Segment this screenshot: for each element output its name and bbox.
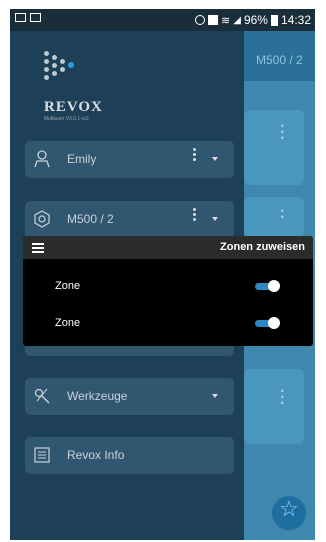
more-options-icon[interactable] bbox=[193, 208, 197, 221]
menu-item-user[interactable]: Emily bbox=[25, 141, 234, 178]
menu-item-label: Emily bbox=[67, 152, 97, 166]
app-version: Multiuser V3.0.1-rc2 bbox=[44, 116, 89, 122]
tools-icon bbox=[33, 387, 51, 405]
image-icon bbox=[15, 13, 26, 22]
zone-label: Zone bbox=[55, 317, 81, 329]
card-menu-icon[interactable]: · · · bbox=[280, 119, 285, 147]
mute-icon bbox=[208, 15, 219, 25]
more-options-icon[interactable] bbox=[193, 148, 197, 161]
signal-icon: ◢ bbox=[233, 14, 241, 26]
menu-item-label: Werkzeuge bbox=[67, 389, 128, 403]
app-screen: ≋ ◢ 96% 14:32 M500 / 2 · · · · · · · · ☆ REVO… bbox=[10, 9, 315, 540]
speaker-icon bbox=[33, 210, 51, 228]
info-icon bbox=[33, 446, 51, 464]
wifi-icon: ≋ bbox=[221, 14, 231, 27]
notification-icons bbox=[15, 13, 41, 22]
main-title: M500 / 2 bbox=[256, 53, 303, 67]
zone-label: Zone bbox=[55, 280, 81, 292]
menu-item-info[interactable]: Revox Info bbox=[25, 437, 234, 474]
menu-item-tools[interactable]: Werkzeuge bbox=[25, 378, 234, 415]
system-icons: ≋ ◢ 96% 14:32 bbox=[195, 13, 311, 27]
zone-card[interactable] bbox=[244, 369, 304, 444]
zone-toggle[interactable] bbox=[255, 317, 281, 330]
card-menu-icon[interactable]: · · bbox=[280, 204, 285, 226]
sync-icon bbox=[195, 15, 206, 25]
status-bar: ≋ ◢ 96% 14:32 bbox=[10, 9, 315, 31]
mail-icon bbox=[30, 13, 41, 22]
brand-logo: REVOX bbox=[44, 99, 103, 115]
chevron-down-icon[interactable] bbox=[212, 217, 218, 221]
user-icon bbox=[33, 150, 51, 168]
dialog-header: Zonen zuweisen bbox=[23, 236, 313, 259]
star-icon[interactable]: ☆ bbox=[276, 496, 302, 522]
menu-item-label: M500 / 2 bbox=[67, 212, 114, 226]
dialog-title: Zonen zuweisen bbox=[220, 241, 305, 253]
card-menu-icon[interactable]: · · · bbox=[280, 384, 285, 412]
zone-card[interactable] bbox=[244, 197, 304, 237]
chevron-down-icon[interactable] bbox=[212, 157, 218, 161]
revox-logo-icon bbox=[44, 51, 94, 91]
hamburger-menu-icon[interactable] bbox=[32, 243, 44, 255]
menu-item-label: Revox Info bbox=[67, 448, 125, 462]
battery-icon bbox=[270, 14, 278, 26]
assign-zones-dialog: Zonen zuweisen Zone Zone bbox=[23, 236, 313, 346]
zone-card[interactable] bbox=[244, 110, 304, 185]
clock: 14:32 bbox=[280, 13, 311, 27]
chevron-down-icon[interactable] bbox=[212, 394, 218, 398]
menu-item-zone[interactable]: M500 / 2 bbox=[25, 201, 234, 238]
battery-percent: 96% bbox=[243, 13, 268, 27]
zone-toggle[interactable] bbox=[255, 280, 281, 293]
